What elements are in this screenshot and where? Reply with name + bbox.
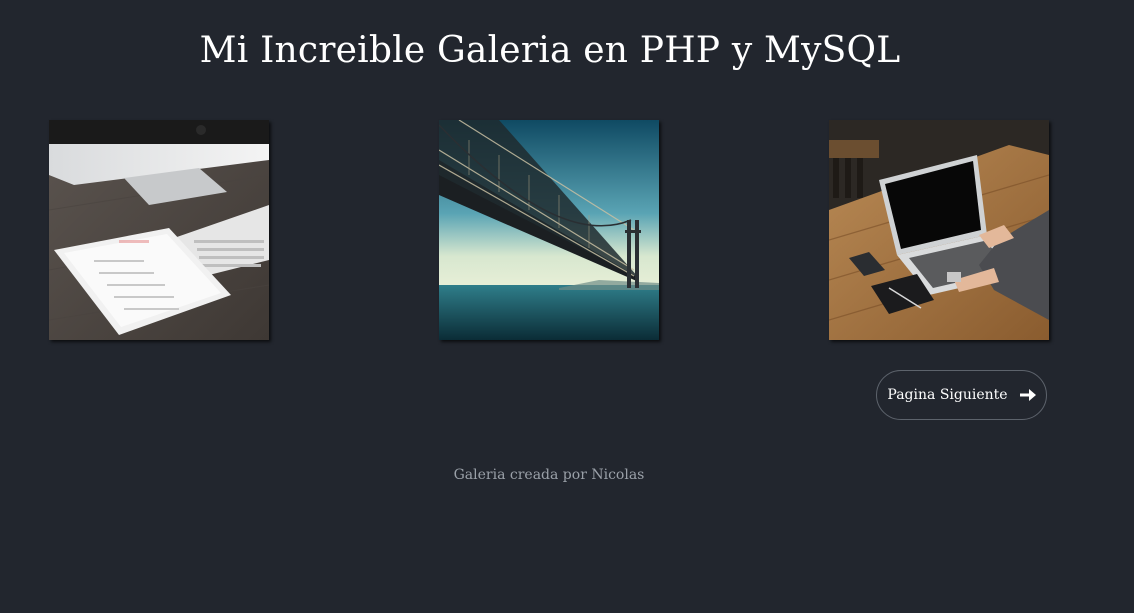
gallery-image-desk[interactable]: [49, 120, 269, 340]
next-page-button[interactable]: Pagina Siguiente: [876, 370, 1047, 420]
gallery-image-bridge[interactable]: [439, 120, 659, 340]
footer-credit: Galeria creada por Nicolas: [453, 467, 645, 483]
next-page-label: Pagina Siguiente: [887, 387, 1008, 403]
suspension-bridge-photo: [439, 120, 659, 340]
gallery-grid: [49, 120, 1049, 340]
gallery-image-laptop[interactable]: [829, 120, 1049, 340]
desk-tablet-keyboard-photo: [49, 120, 269, 340]
arrow-right-icon: [1019, 389, 1036, 401]
page-title: Mi Increible Galeria en PHP y MySQL: [199, 30, 901, 71]
person-laptop-table-photo: [829, 120, 1049, 340]
